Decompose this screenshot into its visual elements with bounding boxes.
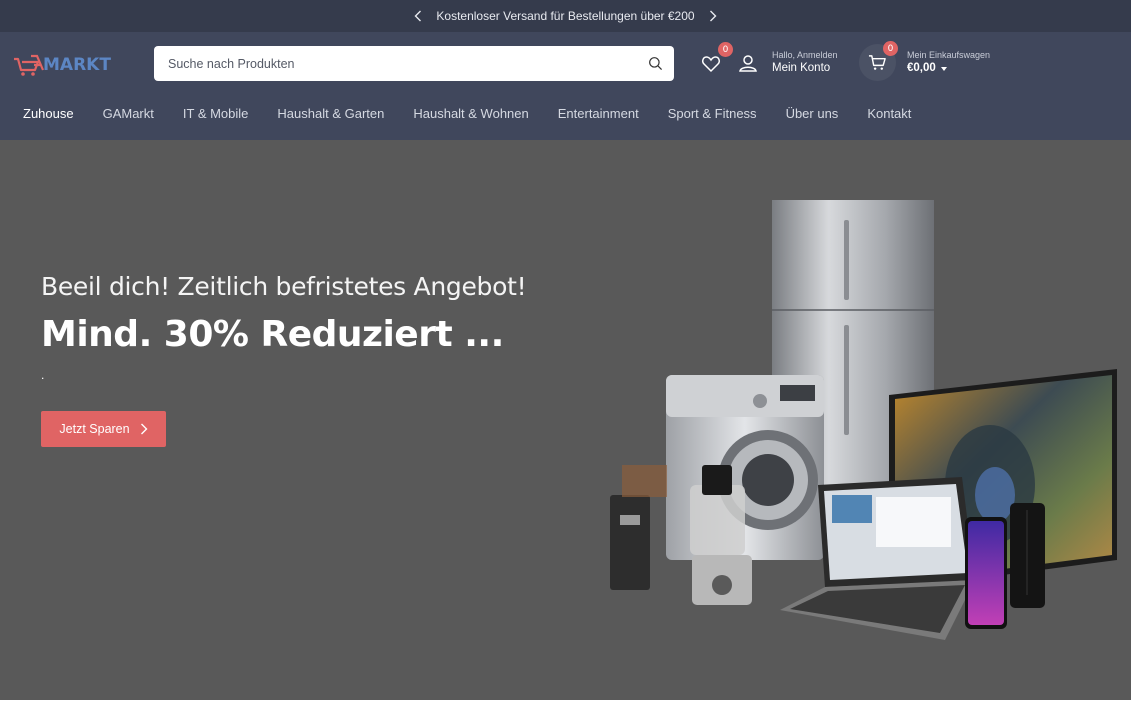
nav-item-entertainment[interactable]: Entertainment: [558, 106, 639, 121]
hero-dot: .: [41, 368, 45, 382]
search-bar: [154, 46, 674, 81]
logo[interactable]: MARKT: [13, 52, 111, 78]
search-input[interactable]: [154, 46, 636, 81]
account-label: Mein Konto: [772, 62, 831, 74]
account-text: Hallo, Anmelden Mein Konto: [772, 49, 838, 76]
nav-item-kontakt[interactable]: Kontakt: [867, 106, 911, 121]
nav-item-haushalt-wohnen[interactable]: Haushalt & Wohnen: [413, 106, 528, 121]
wishlist-button[interactable]: 0: [701, 42, 733, 76]
cart-total-value: €0,00: [907, 62, 936, 74]
nav-item-gamarkt[interactable]: GAMarkt: [103, 106, 154, 121]
logo-text: MARKT: [43, 55, 111, 75]
cart-icon: [868, 55, 886, 70]
cart-label: Mein Einkaufswagen: [907, 50, 991, 60]
search-button[interactable]: [636, 46, 674, 81]
account-button[interactable]: Hallo, Anmelden Mein Konto: [738, 49, 838, 76]
cta-label: Jetzt Sparen: [59, 422, 130, 436]
logo-mark-icon: [14, 54, 45, 76]
nav-item-haushalt-garten[interactable]: Haushalt & Garten: [277, 106, 384, 121]
hero-subtitle: Beeil dich! Zeitlich befristetes Angebot…: [41, 272, 527, 301]
hero-product-image: [610, 200, 1117, 640]
nav-item-ueber-uns[interactable]: Über uns: [786, 106, 839, 121]
nav-item-sport-fitness[interactable]: Sport & Fitness: [668, 106, 757, 121]
heart-icon: [702, 56, 720, 73]
cart-count-badge: 0: [883, 41, 898, 56]
hero-title: Mind. 30% Reduziert ...: [41, 314, 504, 355]
cart-icon-wrapper: 0: [859, 41, 898, 81]
page-bottom: [0, 700, 1131, 714]
cart-total: €0,00: [907, 61, 990, 76]
chevron-left-icon[interactable]: [406, 0, 430, 32]
cart-text: Mein Einkaufswagen €0,00: [907, 49, 990, 76]
account-greeting: Hallo, Anmelden: [772, 50, 838, 60]
main-nav: Zuhouse GAMarkt IT & Mobile Haushalt & G…: [0, 98, 940, 128]
nav-item-it-mobile[interactable]: IT & Mobile: [183, 106, 249, 121]
chevron-right-icon[interactable]: [701, 0, 725, 32]
cta-button[interactable]: Jetzt Sparen: [41, 411, 166, 447]
caret-down-icon: [940, 66, 947, 71]
hero-banner: Beeil dich! Zeitlich befristetes Angebot…: [0, 140, 1131, 700]
nav-item-zuhouse[interactable]: Zuhouse: [23, 106, 74, 121]
chevron-right-icon: [140, 423, 148, 435]
search-icon: [648, 57, 662, 71]
promo-bar: Kostenloser Versand für Bestellungen übe…: [0, 0, 1131, 32]
cart-button[interactable]: 0 Mein Einkaufswagen €0,00: [859, 41, 990, 81]
user-icon: [739, 54, 757, 72]
promo-text: Kostenloser Versand für Bestellungen übe…: [436, 9, 695, 23]
wishlist-count-badge: 0: [718, 42, 733, 57]
site-header: MARKT 0 Hallo, Anmelden Mein Konto 0 Mei…: [0, 32, 1131, 140]
